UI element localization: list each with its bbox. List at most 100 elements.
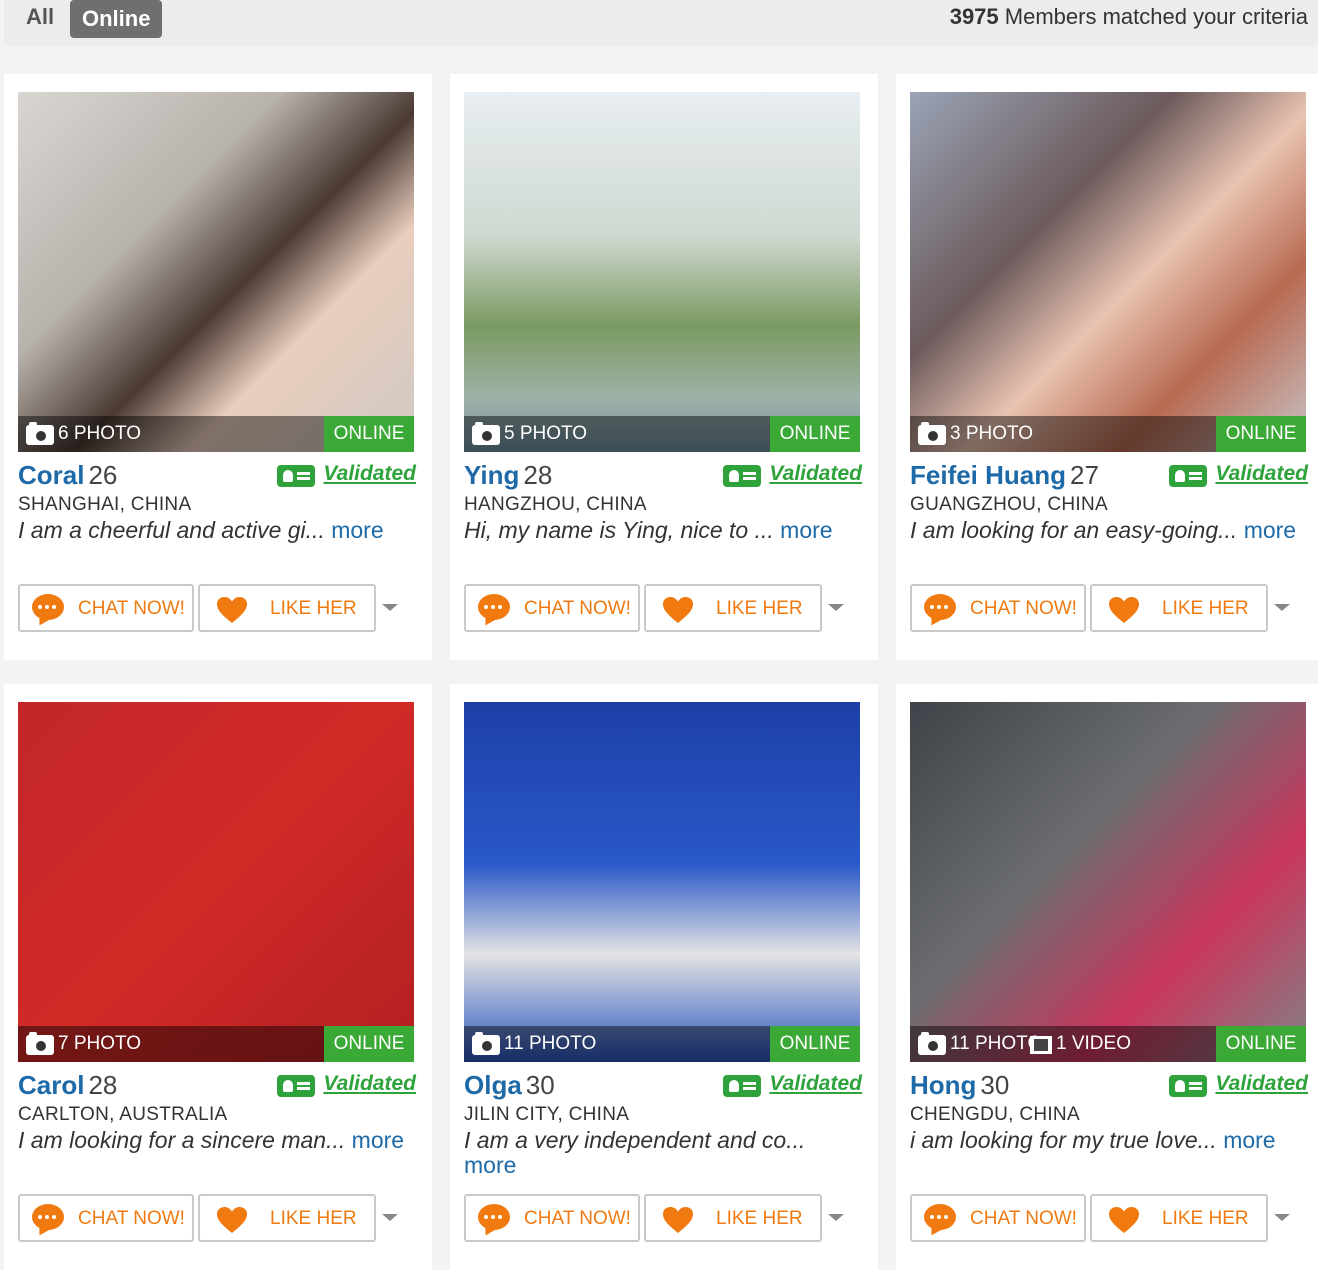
like-her-label: LIKE HER <box>270 598 357 619</box>
camera-icon <box>26 1032 54 1055</box>
more-link[interactable]: more <box>352 1127 404 1153</box>
like-her-button[interactable]: LIKE HER <box>1090 584 1268 632</box>
like-her-label: LIKE HER <box>1162 598 1249 619</box>
member-photo[interactable]: 11 PHOTO ONLINE <box>464 702 860 1062</box>
validated-link[interactable]: Validated <box>723 462 862 487</box>
member-name[interactable]: Coral <box>18 460 84 490</box>
chat-now-label: CHAT NOW! <box>524 598 631 619</box>
chevron-down-icon[interactable] <box>1274 1214 1290 1221</box>
chat-now-label: CHAT NOW! <box>970 598 1077 619</box>
member-card: 3 PHOTO ONLINE Feifei Huang 27 Validated … <box>896 74 1318 660</box>
id-card-icon <box>723 1075 762 1097</box>
member-card: 11 PHOTO 1 VIDEO ONLINE Hong 30 Validated… <box>896 684 1318 1270</box>
chat-now-button[interactable]: CHAT NOW! <box>464 584 640 632</box>
member-age: 26 <box>88 460 118 490</box>
member-name[interactable]: Carol <box>18 1070 84 1100</box>
more-link[interactable]: more <box>464 1152 516 1178</box>
online-badge: ONLINE <box>324 416 414 452</box>
like-her-button[interactable]: LIKE HER <box>198 1194 376 1242</box>
more-link[interactable]: more <box>780 517 832 543</box>
camera-icon <box>26 422 54 445</box>
member-name[interactable]: Feifei Huang <box>910 460 1066 490</box>
like-her-button[interactable]: LIKE HER <box>1090 1194 1268 1242</box>
more-link[interactable]: more <box>1244 517 1296 543</box>
validated-link[interactable]: Validated <box>1169 462 1308 487</box>
chat-bubble-icon <box>32 594 64 620</box>
member-card: 5 PHOTO ONLINE Ying 28 Validated HANGZHOU… <box>450 74 878 660</box>
member-name-line: Coral 26 <box>18 460 117 491</box>
chat-now-button[interactable]: CHAT NOW! <box>464 1194 640 1242</box>
heart-icon <box>663 597 693 623</box>
chevron-down-icon[interactable] <box>1274 604 1290 611</box>
chevron-down-icon[interactable] <box>828 604 844 611</box>
heart-icon <box>217 1207 247 1233</box>
chat-now-button[interactable]: CHAT NOW! <box>910 1194 1086 1242</box>
about-text: I am looking for an easy-going... <box>910 517 1238 543</box>
online-badge: ONLINE <box>1216 416 1306 452</box>
filter-bar: All Online 3975 Members matched your cri… <box>4 0 1318 46</box>
online-badge: ONLINE <box>770 416 860 452</box>
member-name[interactable]: Ying <box>464 460 519 490</box>
about-text: Hi, my name is Ying, nice to ... <box>464 517 774 543</box>
validated-label: Validated <box>323 1072 416 1095</box>
validated-link[interactable]: Validated <box>277 1072 416 1097</box>
about-text: i am looking for my true love... <box>910 1127 1217 1153</box>
chat-bubble-icon <box>32 1204 64 1230</box>
member-photo[interactable]: 5 PHOTO ONLINE <box>464 92 860 452</box>
validated-link[interactable]: Validated <box>723 1072 862 1097</box>
member-location: CARLTON, AUSTRALIA <box>18 1104 228 1125</box>
id-card-icon <box>1169 1075 1208 1097</box>
more-link[interactable]: more <box>1223 1127 1275 1153</box>
member-name[interactable]: Hong <box>910 1070 976 1100</box>
filter-online-tab[interactable]: Online <box>70 0 163 38</box>
member-about: Hi, my name is Ying, nice to ... more <box>464 518 864 543</box>
member-age: 27 <box>1070 460 1099 490</box>
like-her-button[interactable]: LIKE HER <box>644 1194 822 1242</box>
member-location: JILIN CITY, CHINA <box>464 1104 630 1125</box>
camera-icon <box>918 422 946 445</box>
member-name-line: Feifei Huang 27 <box>910 460 1099 491</box>
member-location: SHANGHAI, CHINA <box>18 494 192 515</box>
chat-now-button[interactable]: CHAT NOW! <box>910 584 1086 632</box>
member-card: 6 PHOTO ONLINE Coral 26 Validated SHANGHA… <box>4 74 432 660</box>
photo-count: 5 PHOTO <box>504 423 588 444</box>
member-name-line: Hong 30 <box>910 1070 1009 1101</box>
chat-now-label: CHAT NOW! <box>524 1208 631 1229</box>
like-her-label: LIKE HER <box>270 1208 357 1229</box>
chat-bubble-icon <box>924 594 956 620</box>
heart-icon <box>217 597 247 623</box>
chat-bubble-icon <box>478 1204 510 1230</box>
validated-link[interactable]: Validated <box>1169 1072 1308 1097</box>
chat-bubble-icon <box>478 594 510 620</box>
more-link[interactable]: more <box>331 517 383 543</box>
member-photo[interactable]: 11 PHOTO 1 VIDEO ONLINE <box>910 702 1306 1062</box>
validated-link[interactable]: Validated <box>277 462 416 487</box>
chat-now-label: CHAT NOW! <box>78 1208 185 1229</box>
chevron-down-icon[interactable] <box>382 604 398 611</box>
member-age: 30 <box>980 1070 1010 1100</box>
about-text: I am a very independent and co... <box>464 1127 806 1153</box>
filter-all-tab[interactable]: All <box>26 4 54 30</box>
like-her-label: LIKE HER <box>716 1208 803 1229</box>
heart-icon <box>1109 1207 1139 1233</box>
validated-label: Validated <box>769 462 862 485</box>
about-text: I am a cheerful and active gi... <box>18 517 325 543</box>
camera-icon <box>918 1032 946 1055</box>
member-name[interactable]: Olga <box>464 1070 522 1100</box>
camera-icon <box>472 1032 500 1055</box>
member-photo[interactable]: 6 PHOTO ONLINE <box>18 92 414 452</box>
like-her-button[interactable]: LIKE HER <box>198 584 376 632</box>
chat-now-label: CHAT NOW! <box>78 598 185 619</box>
photo-count: 7 PHOTO <box>58 1033 142 1054</box>
photo-count: 11 PHOTO <box>504 1033 597 1054</box>
chat-now-button[interactable]: CHAT NOW! <box>18 1194 194 1242</box>
chevron-down-icon[interactable] <box>382 1214 398 1221</box>
member-photo[interactable]: 3 PHOTO ONLINE <box>910 92 1306 452</box>
like-her-button[interactable]: LIKE HER <box>644 584 822 632</box>
chat-now-button[interactable]: CHAT NOW! <box>18 584 194 632</box>
online-badge: ONLINE <box>1216 1026 1306 1062</box>
chevron-down-icon[interactable] <box>828 1214 844 1221</box>
photo-count: 6 PHOTO <box>58 423 142 444</box>
member-card: 7 PHOTO ONLINE Carol 28 Validated CARLTON… <box>4 684 432 1270</box>
member-photo[interactable]: 7 PHOTO ONLINE <box>18 702 414 1062</box>
